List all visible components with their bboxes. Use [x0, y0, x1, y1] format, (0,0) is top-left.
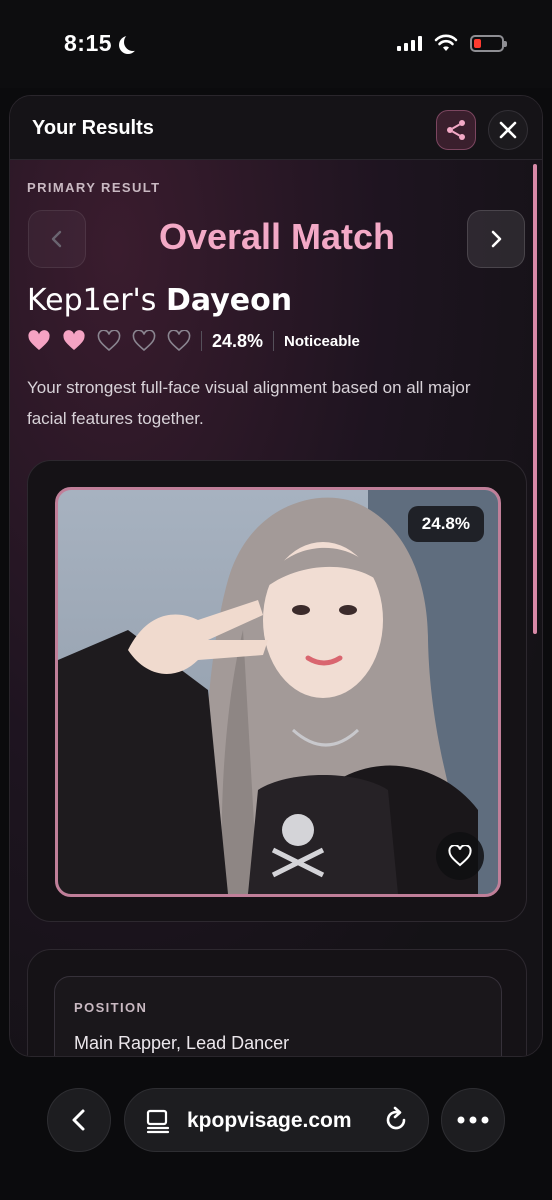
position-label: POSITION: [74, 1000, 148, 1015]
previous-button[interactable]: [28, 210, 86, 268]
reload-icon[interactable]: [382, 1106, 410, 1134]
idol-photo: 24.8%: [55, 487, 501, 897]
heart-empty-icon: [132, 330, 156, 352]
modal-title: Your Results: [32, 117, 154, 139]
group-name: Kep1er's: [27, 283, 157, 318]
address-bar[interactable]: kpopvisage.com: [124, 1088, 429, 1152]
moon-icon: [124, 33, 142, 51]
back-button[interactable]: [47, 1088, 111, 1152]
share-icon: [447, 120, 465, 140]
status-bar: 8:15: [0, 0, 552, 88]
clock: 8:15: [64, 30, 113, 56]
page-menu-icon: [146, 1109, 170, 1134]
chevron-left-icon: [72, 1109, 85, 1131]
heart-empty-icon: [167, 330, 191, 352]
rating-row: 24.8% Noticeable: [27, 328, 360, 354]
match-percent: 24.8%: [212, 330, 264, 351]
share-button[interactable]: [436, 110, 476, 150]
primary-result-label: PRIMARY RESULT: [27, 180, 161, 195]
match-level: Noticeable: [284, 332, 360, 350]
photo-card: 24.8%: [27, 460, 527, 922]
chevron-left-icon: [51, 230, 62, 248]
idol-name: Dayeon: [165, 283, 293, 318]
browser-toolbar: kpopvisage.com: [0, 1064, 552, 1200]
chevron-right-icon: [491, 230, 502, 248]
close-button[interactable]: [488, 110, 528, 150]
heart-filled-icon: [28, 330, 50, 350]
status-time: 8:15: [64, 30, 136, 57]
url-text: kpopvisage.com: [187, 1109, 352, 1132]
favorite-button[interactable]: [436, 832, 484, 880]
heart-filled-icon: [63, 330, 85, 350]
wifi-icon: [434, 34, 458, 51]
close-icon: [499, 121, 517, 139]
more-button[interactable]: [441, 1088, 505, 1152]
signal-icon: [397, 35, 422, 51]
modal-header: Your Results: [10, 96, 542, 160]
status-icons: [397, 34, 507, 52]
results-content[interactable]: PRIMARY RESULT Overall Match Kep1er's Da…: [10, 160, 542, 1056]
position-section: POSITION Main Rapper, Lead Dancer: [54, 976, 502, 1056]
divider: [201, 331, 202, 351]
info-card: POSITION Main Rapper, Lead Dancer: [27, 949, 527, 1056]
match-name: Kep1er's Dayeon: [27, 283, 292, 318]
section-title: Overall Match: [158, 216, 396, 257]
photo-percent-badge: 24.8%: [407, 506, 484, 542]
idol-photo-illustration: [58, 497, 478, 894]
more-icon: [457, 1116, 489, 1124]
heart-empty-icon: [97, 330, 121, 352]
heart-rating: [27, 330, 191, 352]
divider: [273, 331, 275, 351]
results-modal: Your Results PRIMARY RESULT Overall Matc…: [9, 95, 543, 1057]
scrollbar[interactable]: [533, 164, 537, 634]
position-value: Main Rapper, Lead Dancer: [74, 1033, 290, 1053]
result-description: Your strongest full-face visual alignmen…: [27, 378, 471, 428]
heart-outline-icon: [448, 845, 472, 867]
next-button[interactable]: [467, 210, 525, 268]
battery-icon: [470, 34, 507, 52]
